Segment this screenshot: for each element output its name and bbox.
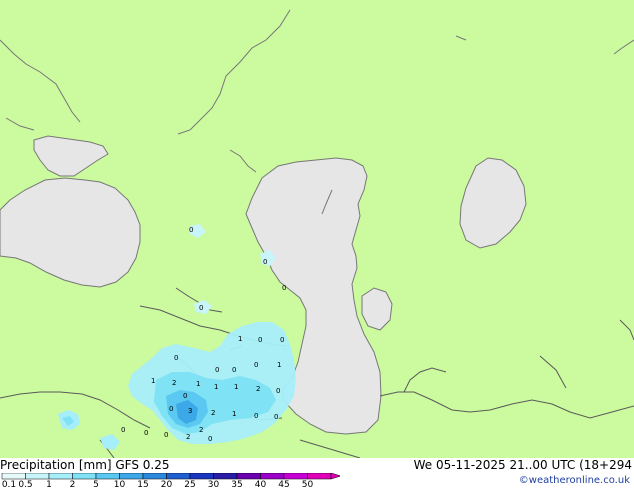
- scale-swatch: [119, 473, 144, 480]
- scale-swatch: [307, 473, 332, 480]
- precip-value: 2: [199, 426, 203, 434]
- scale-label: 25: [184, 480, 196, 490]
- map-canvas: 0 0 0 0 0 0 0 1 0 1 2 1 1 2 1 1 0 0 0 2 …: [0, 0, 634, 458]
- scale-swatch: [260, 473, 285, 480]
- scale-swatch: [1, 473, 26, 480]
- legend-panel: Precipitation [mm] GFS 0.25 We 05-11-202…: [0, 458, 634, 490]
- scale-swatch: [283, 473, 308, 480]
- precip-value: 0: [144, 429, 148, 437]
- precip-value: 1: [196, 380, 200, 388]
- precip-value: 0: [282, 284, 286, 292]
- scale-swatch: [236, 473, 261, 480]
- scale-label: 2: [69, 480, 76, 490]
- scale-label: 15: [137, 480, 149, 490]
- scale-label: 40: [254, 480, 267, 490]
- credit-text: ©weatheronline.co.uk: [518, 475, 630, 486]
- scale-label: 35: [231, 480, 243, 490]
- precip-value: 0: [169, 405, 173, 413]
- scale-label: 45: [278, 480, 290, 490]
- scale-label: 10: [113, 480, 126, 490]
- precip-value: 0: [189, 226, 193, 234]
- scale-label: 1: [46, 480, 52, 490]
- scale-swatch: [189, 473, 214, 480]
- scale-label: 0.1: [1, 480, 17, 490]
- precip-value: 2: [211, 409, 215, 417]
- scale-swatch: [142, 473, 167, 480]
- precip-value: 0: [121, 426, 125, 434]
- precip-value: 0: [215, 366, 219, 374]
- precip-value: 2: [186, 433, 190, 441]
- precip-value: 2: [256, 385, 260, 393]
- precip-value: 1: [232, 410, 236, 418]
- map-title: Precipitation [mm] GFS 0.25: [0, 458, 170, 472]
- precip-value: 1: [214, 383, 218, 391]
- scale-swatch: [213, 473, 238, 480]
- precip-value: 1: [277, 361, 281, 369]
- forecast-datetime: We 05-11-2025 21..00 UTC (18+294: [413, 458, 632, 472]
- precip-value: 1: [151, 377, 155, 385]
- scale-label: 50: [301, 480, 314, 490]
- precip-value: 1: [238, 335, 242, 343]
- precip-value: 0: [254, 361, 258, 369]
- scale-swatch: [25, 473, 50, 480]
- scale-label: 5: [93, 480, 99, 490]
- precip-value: 3: [188, 407, 192, 415]
- precip-value: 0: [199, 304, 203, 312]
- precip-value: 0: [276, 387, 280, 395]
- scale-arrow: [330, 473, 340, 480]
- precip-value: 0: [183, 392, 187, 400]
- precip-value: 0: [263, 258, 267, 266]
- precip-value: 0: [274, 413, 278, 421]
- precip-value: 0: [258, 336, 262, 344]
- scale-swatch: [95, 473, 120, 480]
- scale-swatch: [72, 473, 97, 480]
- scale-swatch: [48, 473, 73, 480]
- precip-value: 0: [174, 354, 178, 362]
- precip-value: 0: [164, 431, 168, 439]
- scale-swatch: [166, 473, 191, 480]
- scale-label: 20: [160, 480, 173, 490]
- scale-label: 30: [207, 480, 220, 490]
- scale-label: 0.5: [18, 480, 33, 490]
- precip-value: 0: [208, 435, 212, 443]
- precip-value: 0: [280, 336, 284, 344]
- precip-value: 1: [234, 383, 238, 391]
- precip-value: 0: [232, 366, 236, 374]
- precip-value: 0: [254, 412, 258, 420]
- precip-value: 2: [172, 379, 176, 387]
